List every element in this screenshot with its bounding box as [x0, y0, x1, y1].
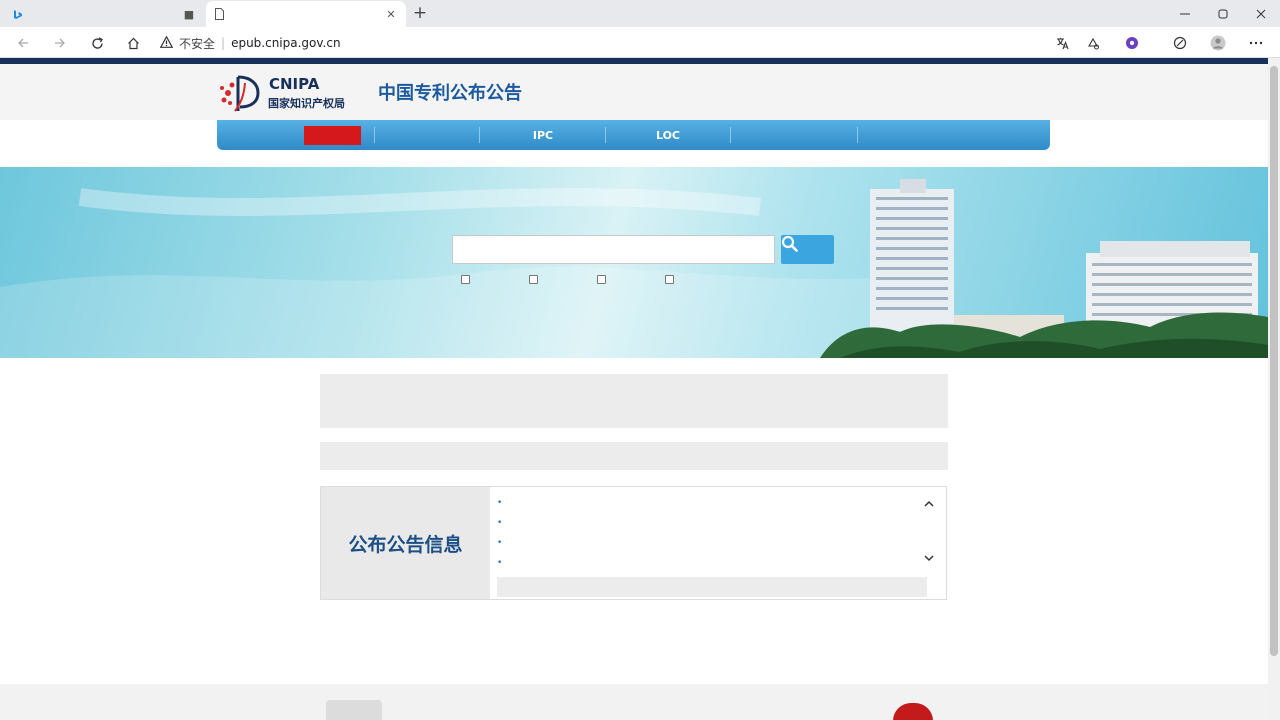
- bing-icon: [12, 9, 23, 20]
- checkbox-option-2[interactable]: [529, 275, 541, 284]
- cnipa-emblem-icon: [220, 75, 260, 112]
- main-nav: IPC LOC: [217, 120, 1050, 150]
- announcement-item[interactable]: •: [497, 498, 502, 508]
- nav-item[interactable]: [861, 120, 963, 150]
- checkbox-option-1[interactable]: [461, 275, 473, 284]
- announcement-item[interactable]: •: [497, 538, 502, 548]
- forward-icon[interactable]: [49, 32, 71, 54]
- nav-loc-search[interactable]: LOC: [609, 120, 727, 150]
- restore-icon[interactable]: [1204, 0, 1242, 27]
- address-bar[interactable]: 不安全 | epub.cnipa.gov.cn: [159, 32, 1040, 54]
- page-viewport: CNIPA 国家知识产权局 中国专利公布公告 IPC LOC 公布公告信息 • …: [0, 58, 1268, 720]
- close-icon[interactable]: ✕: [384, 8, 398, 21]
- announcement-panel: 公布公告信息 • • • •: [320, 486, 947, 600]
- nav-divider: [730, 127, 731, 143]
- emblem-icon: [893, 703, 933, 720]
- page-scrollbar[interactable]: [1268, 58, 1280, 720]
- data-range-panel: [320, 442, 948, 470]
- minimize-icon[interactable]: [1166, 0, 1204, 27]
- chevron-up-icon[interactable]: [922, 496, 936, 510]
- translate-icon[interactable]: [1051, 32, 1073, 54]
- cnipa-logo[interactable]: CNIPA 国家知识产权局: [218, 73, 358, 115]
- more-icon[interactable]: [1245, 32, 1267, 54]
- search-input[interactable]: [452, 235, 775, 264]
- announcement-item[interactable]: •: [497, 558, 502, 568]
- search-icon: [781, 235, 798, 252]
- checkbox[interactable]: [597, 275, 606, 284]
- announcement-heading: 公布公告信息: [321, 487, 490, 599]
- site-header: CNIPA 国家知识产权局 中国专利公布公告: [0, 64, 1268, 120]
- checkbox[interactable]: [461, 275, 470, 284]
- logo-agency-name: 国家知识产权局: [268, 97, 345, 110]
- search-banner: [0, 167, 1268, 358]
- reload-icon[interactable]: [86, 32, 108, 54]
- nav-divider: [857, 127, 858, 143]
- warning-icon[interactable]: [159, 35, 174, 51]
- checkbox-option-4[interactable]: [665, 275, 677, 284]
- nav-item[interactable]: [734, 120, 854, 150]
- extension-icon[interactable]: [1121, 32, 1143, 54]
- site-footer: [0, 684, 1268, 720]
- notice-panel: [320, 374, 948, 428]
- nav-divider: [479, 127, 480, 143]
- nav-advanced-search[interactable]: [377, 120, 475, 150]
- page-icon: [214, 8, 225, 20]
- browser-tab-active[interactable]: ✕: [206, 1, 406, 27]
- collections-icon[interactable]: [1169, 32, 1191, 54]
- checkbox[interactable]: [529, 275, 538, 284]
- close-window-icon[interactable]: [1242, 0, 1280, 27]
- browser-toolbar: 不安全 | epub.cnipa.gov.cn: [0, 27, 1280, 58]
- browser-tab[interactable]: ■: [4, 1, 204, 27]
- checkbox[interactable]: [665, 275, 674, 284]
- site-title: 中国专利公布公告: [378, 83, 522, 104]
- announcement-item[interactable]: •: [497, 518, 502, 528]
- chevron-down-icon[interactable]: [922, 551, 936, 565]
- nav-ipc-search[interactable]: IPC: [483, 120, 603, 150]
- scrollbar-thumb[interactable]: [1270, 66, 1278, 656]
- url-separator: |: [221, 36, 226, 50]
- new-tab-button[interactable]: +: [410, 3, 430, 23]
- url-text[interactable]: epub.cnipa.gov.cn: [231, 36, 341, 50]
- profile-avatar-icon[interactable]: [1207, 32, 1229, 54]
- back-icon[interactable]: [12, 32, 34, 54]
- logo-abbreviation: CNIPA: [269, 75, 320, 93]
- nav-divider: [605, 127, 606, 143]
- nav-home[interactable]: [304, 120, 361, 150]
- read-aloud-icon[interactable]: [1082, 32, 1104, 54]
- home-icon[interactable]: [122, 32, 144, 54]
- security-status[interactable]: 不安全: [179, 35, 215, 52]
- browser-tab-strip: ■ ✕ +: [0, 0, 1280, 27]
- footer-button[interactable]: [326, 700, 382, 720]
- checkbox-option-3[interactable]: [597, 275, 609, 284]
- tab-media-icon[interactable]: ■: [182, 8, 196, 21]
- search-button[interactable]: [781, 235, 834, 264]
- announcement-category[interactable]: [497, 577, 927, 597]
- nav-divider: [374, 127, 375, 143]
